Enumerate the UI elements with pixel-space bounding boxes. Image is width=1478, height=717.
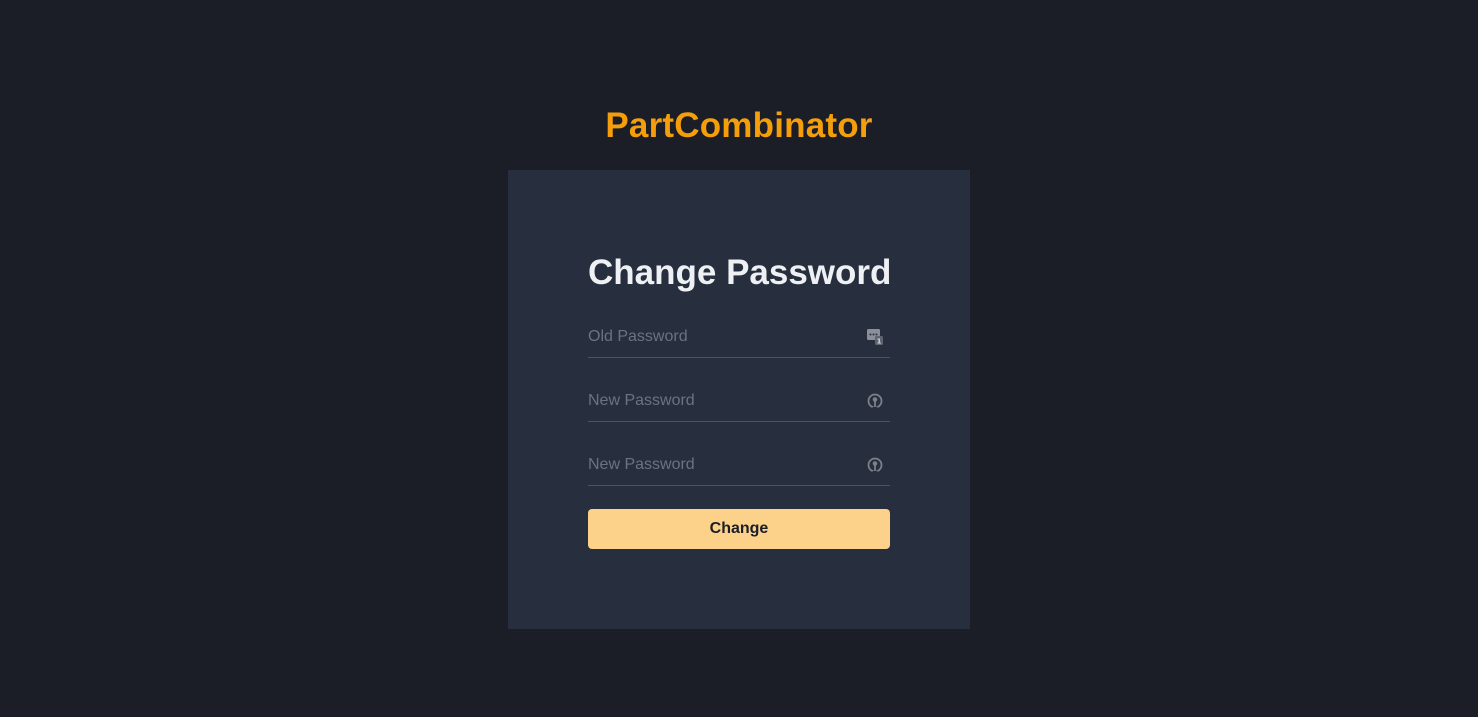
form-title: Change Password bbox=[588, 253, 892, 292]
new-password-input[interactable] bbox=[588, 381, 858, 421]
password-manager-icon[interactable]: 1 bbox=[866, 328, 884, 346]
new-password-field bbox=[588, 381, 890, 422]
old-password-input[interactable] bbox=[588, 317, 858, 357]
confirm-password-input[interactable] bbox=[588, 445, 858, 485]
change-password-card: Change Password 1 Change bbox=[508, 170, 970, 629]
key-autofill-icon[interactable] bbox=[866, 392, 884, 410]
confirm-password-field bbox=[588, 445, 890, 486]
app-title: PartCombinator bbox=[605, 106, 873, 145]
svg-text:1: 1 bbox=[877, 338, 882, 346]
old-password-field: 1 bbox=[588, 317, 890, 358]
change-button[interactable]: Change bbox=[588, 509, 890, 549]
key-autofill-icon[interactable] bbox=[866, 456, 884, 474]
